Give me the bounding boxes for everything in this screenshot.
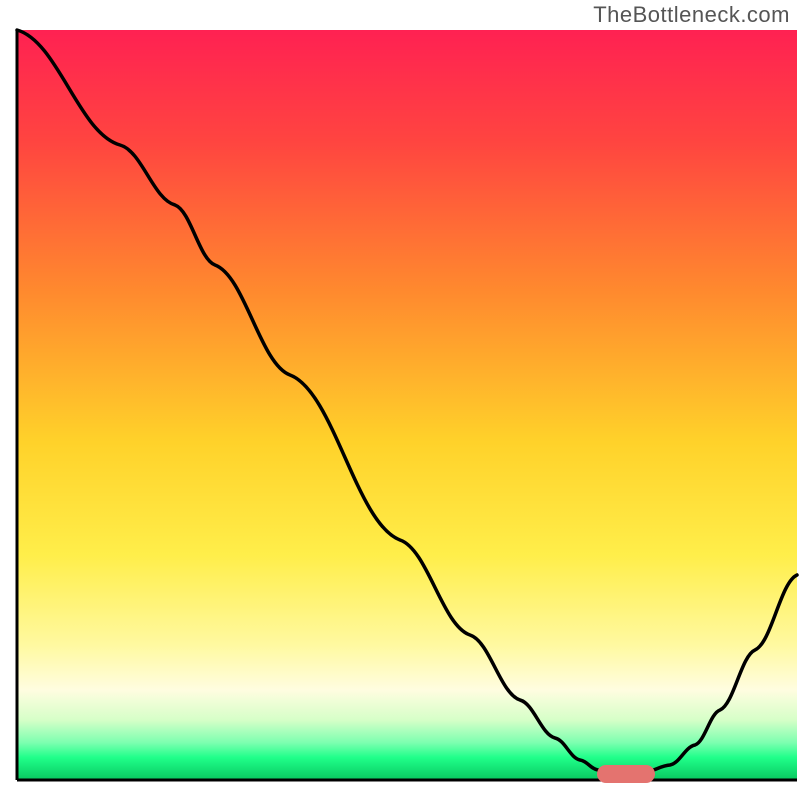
watermark-text: TheBottleneck.com [593, 2, 790, 28]
chart-svg [0, 0, 800, 800]
chart-stage: TheBottleneck.com [0, 0, 800, 800]
gradient-background [17, 30, 797, 780]
optimal-marker [597, 765, 655, 783]
